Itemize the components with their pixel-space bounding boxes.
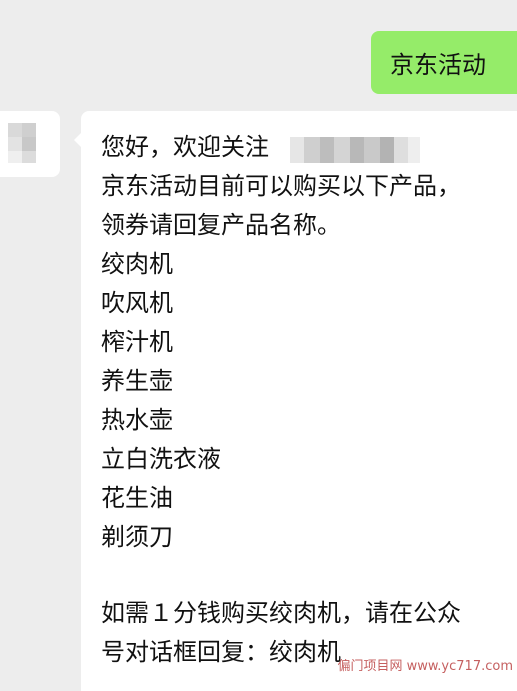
avatar-pixel <box>22 151 36 163</box>
site-watermark: 偏门项目网 www.yc717.com <box>337 659 513 674</box>
outgoing-message-bubble[interactable]: 京东活动 <box>371 31 517 94</box>
avatar-pixel <box>22 123 36 137</box>
product-item: 立白洗衣液 <box>101 445 221 473</box>
product-item: 剃须刀 <box>101 523 173 551</box>
product-item: 养生壶 <box>101 367 173 395</box>
offer-line-2: 号对话框回复：绞肉机 <box>101 638 341 666</box>
avatar-pixel <box>8 151 22 163</box>
redacted-account-name <box>290 137 420 163</box>
avatar-pixel <box>8 137 22 151</box>
greeting-text: 您好，欢迎关注 <box>101 133 269 161</box>
product-item: 热水壶 <box>101 406 173 434</box>
outgoing-message-text: 京东活动 <box>390 51 486 79</box>
avatar-pixel <box>8 123 22 137</box>
sender-avatar[interactable] <box>0 111 60 177</box>
product-item: 绞肉机 <box>101 250 173 278</box>
intro-line-1: 京东活动目前可以购买以下产品， <box>101 172 461 200</box>
incoming-message-bubble[interactable]: 您好，欢迎关注 京东活动目前可以购买以下产品， 领券请回复产品名称。 绞肉机 吹… <box>74 111 517 691</box>
product-item: 花生油 <box>101 484 173 512</box>
offer-line-1: 如需１分钱购买绞肉机，请在公众 <box>101 599 461 627</box>
avatar-pixel <box>22 137 36 151</box>
greeting-line: 您好，欢迎关注 <box>101 132 269 162</box>
intro-line-2: 领券请回复产品名称。 <box>101 211 341 239</box>
product-item: 吹风机 <box>101 289 173 317</box>
product-item: 榨汁机 <box>101 328 173 356</box>
